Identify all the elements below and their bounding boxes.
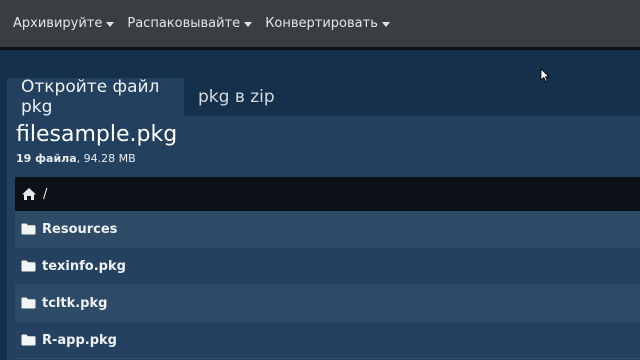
caret-down-icon <box>381 21 390 27</box>
file-size: , 94.28 MB <box>76 152 136 165</box>
file-table: / Resources texinfo.pkg tcltk.pkg R-app.… <box>15 177 640 359</box>
list-item-name: tcltk.pkg <box>42 295 108 311</box>
folder-icon <box>21 297 36 309</box>
mouse-cursor-icon <box>540 68 550 82</box>
top-navbar: Архивируйте Распаковывайте Конвертироват… <box>0 0 640 50</box>
list-item[interactable]: R-app.pkg <box>15 322 640 359</box>
breadcrumb-separator: / <box>43 186 48 202</box>
file-meta: 19 файла, 94.28 MB <box>16 152 136 165</box>
tab-open-pkg[interactable]: Откройте файл pkg <box>7 77 184 117</box>
list-item-name: texinfo.pkg <box>42 258 126 274</box>
nav-convert-label: Конвертировать <box>265 16 378 31</box>
breadcrumb: / <box>15 177 640 211</box>
folder-icon <box>21 223 36 235</box>
folder-icon <box>21 260 36 272</box>
list-item[interactable]: Resources <box>15 211 640 248</box>
tab-open-pkg-label: Откройте файл pkg <box>21 77 160 117</box>
file-count: 19 файла <box>16 152 77 165</box>
list-item[interactable]: tcltk.pkg <box>15 285 640 322</box>
list-item-name: Resources <box>42 221 118 237</box>
folder-icon <box>21 334 36 346</box>
tab-pkg-to-zip[interactable]: pkg в zip <box>184 78 289 116</box>
home-icon[interactable] <box>21 187 37 201</box>
nav-extract-menu[interactable]: Распаковывайте <box>127 16 253 31</box>
tab-pkg-to-zip-label: pkg в zip <box>198 87 275 107</box>
nav-extract-label: Распаковывайте <box>127 16 241 31</box>
list-item-name: R-app.pkg <box>42 332 117 348</box>
nav-archive-menu[interactable]: Архивируйте <box>13 16 115 31</box>
caret-down-icon <box>106 21 115 27</box>
list-item[interactable]: texinfo.pkg <box>15 248 640 285</box>
caret-down-icon <box>244 21 253 27</box>
nav-convert-menu[interactable]: Конвертировать <box>265 16 390 31</box>
nav-archive-label: Архивируйте <box>13 16 103 31</box>
file-name-title: filesample.pkg <box>16 122 178 147</box>
tab-bar: Откройте файл pkg pkg в zip <box>7 77 289 117</box>
